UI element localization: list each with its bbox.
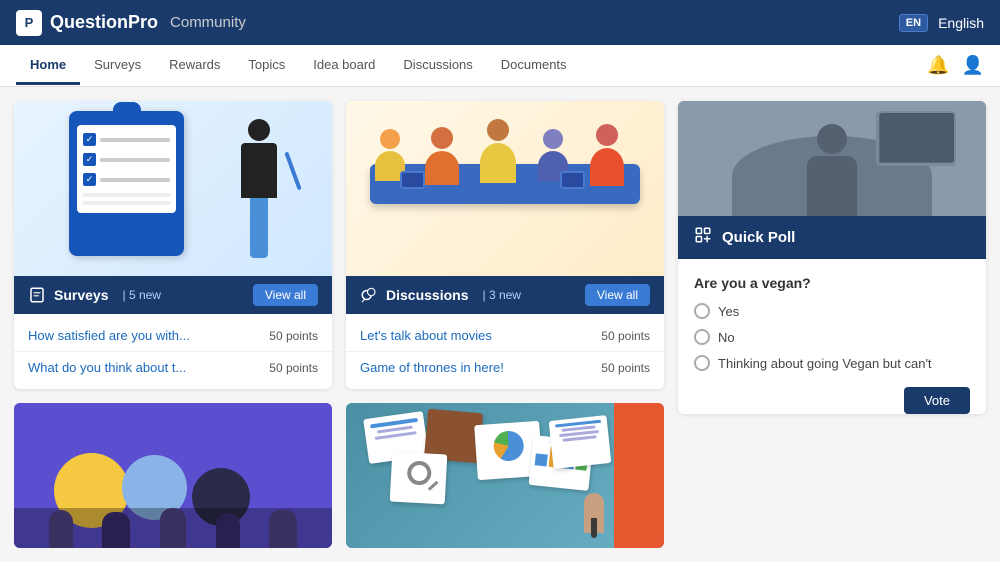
surveys-image: ✓ ✓ ✓ [14, 101, 332, 276]
poll-option-thinking: Thinking about going Vegan but can't [694, 355, 970, 371]
discussion-link-2[interactable]: Game of thrones in here! [360, 360, 504, 375]
surveys-items: How satisfied are you with... 50 points … [14, 314, 332, 389]
nav-bar: Home Surveys Rewards Topics Idea board D… [0, 45, 1000, 87]
poll-option-thinking-label: Thinking about going Vegan but can't [718, 356, 932, 371]
poll-title: Quick Poll [722, 229, 795, 246]
surveys-footer-left: Surveys | 5 new [28, 286, 161, 304]
survey-item-1: How satisfied are you with... 50 points [14, 320, 332, 352]
surveys-icon [28, 286, 46, 304]
nav-right-icons: 🔔 👤 [927, 55, 984, 76]
quick-poll-card: Quick Poll Are you a vegan? Yes No Think… [678, 101, 986, 414]
lang-badge: EN [899, 14, 928, 32]
surveys-title: Surveys [54, 287, 108, 303]
left-column: ✓ ✓ ✓ [14, 101, 664, 548]
logo-box: P [16, 10, 42, 36]
poll-body: Are you a vegan? Yes No Thinking about g… [678, 259, 986, 397]
poll-header-icon [694, 226, 712, 249]
topics-scene [14, 403, 332, 548]
discussions-items: Let's talk about movies 50 points Game o… [346, 314, 664, 389]
discussion-points-1: 50 points [601, 329, 650, 343]
surveys-view-all[interactable]: View all [253, 284, 318, 306]
surveys-footer: Surveys | 5 new View all [14, 276, 332, 314]
discussions-image [346, 101, 664, 276]
brand-name: QuestionPro [50, 12, 158, 33]
notification-icon[interactable]: 🔔 [927, 55, 949, 76]
documents-scene [346, 403, 664, 548]
nav-documents[interactable]: Documents [487, 47, 581, 85]
surveys-illustration: ✓ ✓ ✓ [14, 101, 332, 276]
logo-area[interactable]: P QuestionPro Community [16, 10, 246, 36]
right-column: Quick Poll Are you a vegan? Yes No Think… [678, 101, 986, 548]
discussions-illustration [346, 101, 664, 276]
poll-option-no: No [694, 329, 970, 345]
community-label: Community [170, 14, 246, 31]
discussions-icon [360, 286, 378, 304]
discussion-points-2: 50 points [601, 361, 650, 375]
poll-hero [678, 101, 986, 216]
nav-links: Home Surveys Rewards Topics Idea board D… [16, 47, 581, 85]
radio-yes[interactable] [694, 303, 710, 319]
user-icon[interactable]: 👤 [962, 55, 984, 76]
surveys-new-badge: | 5 new [122, 288, 160, 302]
nav-surveys[interactable]: Surveys [80, 47, 155, 85]
nav-rewards[interactable]: Rewards [155, 47, 234, 85]
nav-home[interactable]: Home [16, 47, 80, 85]
survey-link-2[interactable]: What do you think about t... [28, 360, 186, 375]
header: P QuestionPro Community EN English [0, 0, 1000, 45]
discussions-footer-left: Discussions | 3 new [360, 286, 521, 304]
header-right: EN English [899, 14, 984, 32]
nav-topics[interactable]: Topics [234, 47, 299, 85]
documents-card[interactable] [346, 403, 664, 548]
surveys-card: ✓ ✓ ✓ [14, 101, 332, 389]
logo-letter: P [25, 15, 34, 30]
poll-option-yes: Yes [694, 303, 970, 319]
nav-idea-board[interactable]: Idea board [299, 47, 389, 85]
main-content: ✓ ✓ ✓ [0, 87, 1000, 562]
topics-card[interactable] [14, 403, 332, 548]
discussions-title: Discussions [386, 287, 468, 303]
discussions-card: Discussions | 3 new View all Let's talk … [346, 101, 664, 389]
poll-option-no-label: No [718, 330, 735, 345]
discussions-footer: Discussions | 3 new View all [346, 276, 664, 314]
discussion-item-2: Game of thrones in here! 50 points [346, 352, 664, 383]
poll-header: Quick Poll [678, 216, 986, 259]
survey-item-2: What do you think about t... 50 points [14, 352, 332, 383]
survey-link-1[interactable]: How satisfied are you with... [28, 328, 190, 343]
nav-discussions[interactable]: Discussions [389, 47, 486, 85]
survey-points-1: 50 points [269, 329, 318, 343]
discussions-view-all[interactable]: View all [585, 284, 650, 306]
discussion-link-1[interactable]: Let's talk about movies [360, 328, 492, 343]
lang-label: English [938, 15, 984, 31]
discussions-new-badge: | 3 new [482, 288, 520, 302]
radio-thinking[interactable] [694, 355, 710, 371]
poll-option-yes-label: Yes [718, 304, 739, 319]
vote-button[interactable]: Vote [904, 387, 970, 414]
survey-points-2: 50 points [269, 361, 318, 375]
radio-no[interactable] [694, 329, 710, 345]
discussion-item-1: Let's talk about movies 50 points [346, 320, 664, 352]
poll-question: Are you a vegan? [694, 275, 970, 291]
